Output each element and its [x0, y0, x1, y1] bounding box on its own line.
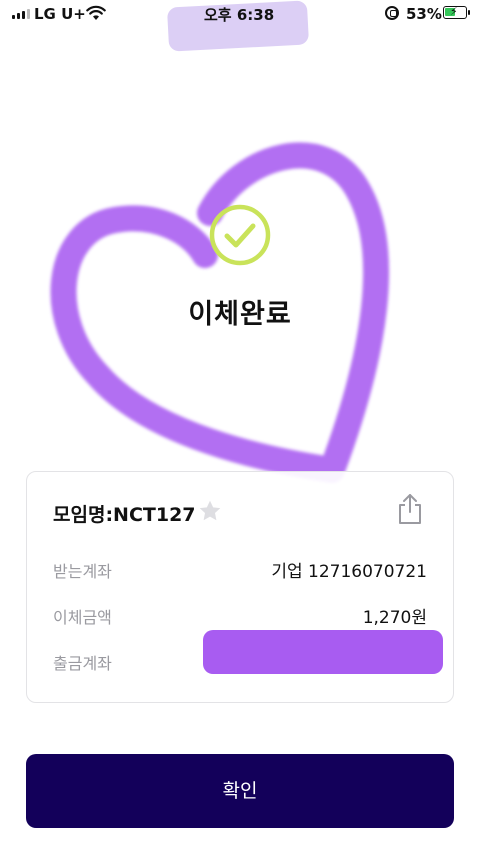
- withdrawal-account-label: 출금계좌: [53, 654, 112, 673]
- confirm-button[interactable]: 확인: [26, 754, 454, 828]
- battery-percent: 53%: [406, 5, 442, 23]
- battery-charging-icon: ⚡: [443, 5, 470, 19]
- transfer-amount-label: 이체금액: [53, 608, 112, 627]
- share-icon[interactable]: [397, 492, 423, 526]
- receiving-account-label: 받는계좌: [53, 562, 112, 581]
- status-bar: LG U+ 오후 6:38 53% ⚡: [0, 0, 480, 52]
- star-icon[interactable]: [197, 498, 223, 524]
- signal-icon: [12, 9, 30, 19]
- redaction-mark: [203, 630, 443, 674]
- meeting-name: 모임명:NCT127: [53, 504, 196, 526]
- status-time: 오후 6:38: [204, 6, 275, 24]
- carrier-label: LG U+: [34, 5, 86, 23]
- page-title: 이체완료: [188, 299, 292, 330]
- orientation-lock-icon: [385, 6, 399, 20]
- transfer-amount-value: 1,270원: [362, 608, 427, 628]
- transfer-details-card: 모임명:NCT127 받는계좌 기업 12716070721 이체금액 1,27…: [26, 471, 454, 703]
- receiving-account-value: 기업 12716070721: [271, 562, 427, 582]
- wifi-icon: [86, 5, 106, 20]
- check-circle-icon: [209, 204, 271, 266]
